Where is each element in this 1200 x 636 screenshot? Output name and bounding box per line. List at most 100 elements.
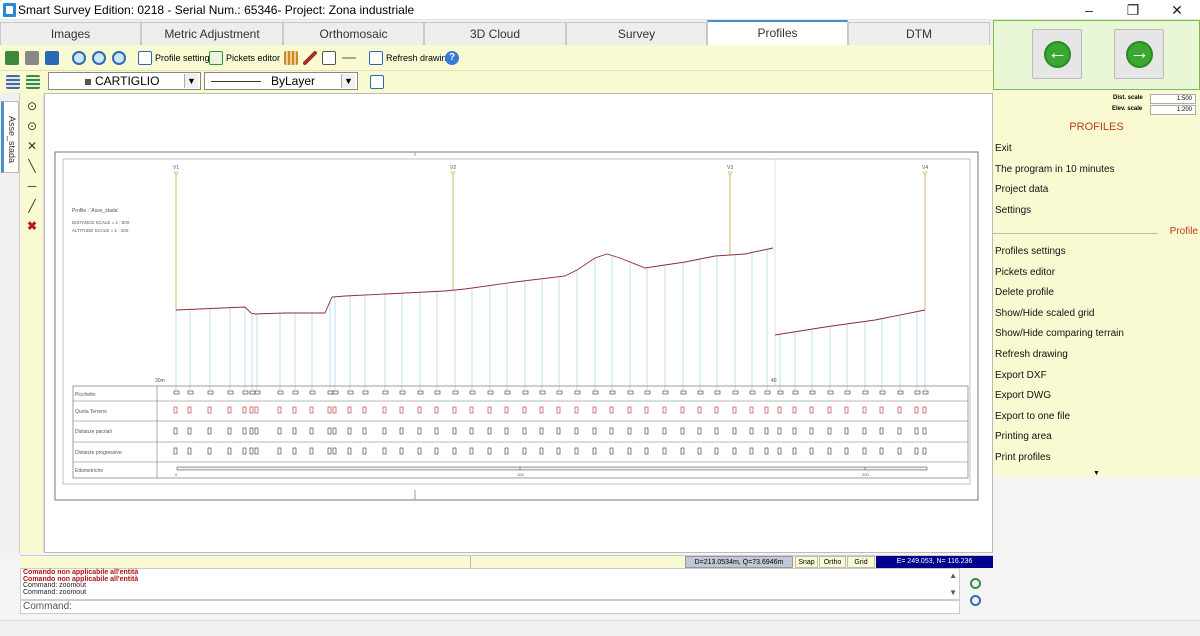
layer-properties-icon[interactable] — [370, 72, 384, 92]
scroll-down-icon[interactable]: ▼ — [949, 588, 957, 597]
main-tabs: Images Metric Adjustment Orthomosaic 3D … — [0, 20, 993, 45]
ortho-toggle[interactable]: Ortho — [819, 556, 846, 568]
layer-manager-icon[interactable] — [26, 72, 40, 92]
terrain-profile-line-2 — [774, 309, 926, 336]
menu-scroll-down-icon[interactable]: ▼ — [1093, 470, 1100, 477]
table-value-mark — [277, 427, 282, 435]
minimize-button[interactable]: – — [1066, 0, 1112, 20]
tab-profiles[interactable]: Profiles — [707, 20, 848, 45]
vertex-marker-icon — [727, 171, 733, 176]
tab-metric-adjustment[interactable]: Metric Adjustment — [141, 22, 283, 45]
command-history: Comando non applicabile all'entità Coman… — [20, 568, 960, 600]
table-value-mark — [680, 390, 687, 395]
pickets-editor-button[interactable]: Pickets editor — [209, 48, 280, 68]
zoom-out-icon[interactable] — [970, 595, 981, 606]
table-value-mark — [827, 390, 834, 395]
tab-dtm[interactable]: DTM — [848, 22, 990, 45]
grid-toggle[interactable]: Grid — [847, 556, 875, 568]
menu-item-export-dwg[interactable]: Export DWG — [995, 390, 1051, 401]
close-button[interactable]: ✕ — [1154, 0, 1200, 20]
circle-center-icon[interactable]: ⊙ — [23, 98, 41, 114]
drawing-canvas[interactable]: Profile : 'Asse_stada' DISTANCE SCALE = … — [44, 93, 993, 553]
elev-scale-input[interactable]: 1:200 — [1150, 105, 1196, 115]
table-value-mark — [522, 406, 527, 414]
horizontal-line-icon[interactable]: ─ — [23, 178, 41, 194]
cross-icon[interactable]: ✕ — [23, 138, 41, 154]
menu-item-export-one-file[interactable]: Export to one file — [995, 411, 1070, 422]
tab-orthomosaic[interactable]: Orthomosaic — [283, 22, 424, 45]
export-icon[interactable] — [5, 48, 19, 68]
layers-icon[interactable] — [6, 72, 20, 92]
back-button[interactable]: ← — [1032, 29, 1082, 79]
zoom-out-icon[interactable] — [112, 48, 126, 68]
tab-images[interactable]: Images — [0, 22, 141, 45]
menu-item-exit[interactable]: Exit — [995, 143, 1012, 154]
menu-item-print-profiles[interactable]: Print profiles — [995, 452, 1051, 463]
menu-item-delete-profile[interactable]: Delete profile — [995, 287, 1054, 298]
terrain-compare-icon[interactable] — [342, 48, 356, 68]
hecto-mark-1: 100 — [517, 472, 524, 477]
menu-item-project-data[interactable]: Project data — [995, 184, 1048, 195]
status-bar: D=213.0534m, Q=73.6946m Snap Ortho Grid … — [20, 555, 993, 568]
table-value-mark — [173, 390, 180, 395]
menu-item-settings[interactable]: Settings — [995, 205, 1031, 216]
dist-scale-input[interactable]: 1:500 — [1150, 94, 1196, 104]
table-value-mark — [504, 390, 511, 395]
delete-icon[interactable]: ✖ — [23, 218, 41, 234]
table-value-mark — [556, 390, 563, 395]
menu-item-printing-area[interactable]: Printing area — [995, 431, 1052, 442]
tab-3d-cloud[interactable]: 3D Cloud — [424, 22, 566, 45]
profile-tab-asse-stada[interactable]: Asse_stada — [1, 101, 19, 173]
table-value-mark — [749, 447, 754, 455]
layer-select[interactable]: CARTIGLIO ▼ — [48, 72, 201, 90]
pencil-icon[interactable] — [303, 48, 317, 68]
zoom-in-icon[interactable] — [970, 578, 981, 589]
help-button[interactable]: ? — [445, 48, 459, 68]
table-value-mark — [522, 447, 527, 455]
table-value-mark — [469, 406, 474, 414]
zoom-in-icon[interactable] — [92, 48, 106, 68]
menu-item-export-dxf[interactable]: Export DXF — [995, 370, 1047, 381]
scroll-up-icon[interactable]: ▲ — [949, 571, 957, 580]
refresh-drawing-button[interactable]: Refresh drawing — [369, 48, 452, 68]
table-value-mark — [922, 406, 927, 414]
profile-settings-button[interactable]: Profile settings — [138, 48, 214, 68]
table-value-mark — [487, 427, 492, 435]
snap-toggle[interactable]: Snap — [795, 556, 818, 568]
table-value-mark — [574, 447, 579, 455]
menu-item-program-10-minutes[interactable]: The program in 10 minutes — [995, 164, 1115, 175]
menu-item-pickets-editor[interactable]: Pickets editor — [995, 267, 1055, 278]
menu-header: PROFILES — [1069, 121, 1124, 133]
calculator-icon[interactable] — [45, 48, 59, 68]
menu-item-refresh-drawing[interactable]: Refresh drawing — [995, 349, 1068, 360]
chart-icon[interactable] — [322, 48, 336, 68]
print-icon[interactable] — [25, 48, 39, 68]
table-value-mark — [862, 406, 867, 414]
table-value-mark — [914, 390, 921, 395]
diagonal-line-icon[interactable]: ╲ — [23, 158, 41, 174]
tab-survey[interactable]: Survey — [566, 22, 707, 45]
forward-button[interactable]: → — [1114, 29, 1164, 79]
pickets-editor-icon — [209, 51, 223, 65]
table-value-mark — [764, 427, 769, 435]
grid-icon[interactable] — [284, 48, 298, 68]
command-input[interactable]: Command: — [20, 600, 960, 614]
table-value-mark — [922, 427, 927, 435]
zoom-extents-icon[interactable] — [72, 48, 86, 68]
table-value-mark — [662, 390, 669, 395]
table-value-mark — [347, 406, 352, 414]
table-value-mark — [187, 390, 194, 395]
menu-item-profiles-settings[interactable]: Profiles settings — [995, 246, 1066, 257]
profile-table: Picchetto Quota Terreno Distanze parzial… — [72, 385, 969, 479]
line-icon[interactable]: ╱ — [23, 198, 41, 214]
linetype-select[interactable]: ByLayer ▼ — [204, 72, 358, 90]
row-label-ettometriche: Ettometriche — [75, 468, 103, 474]
table-value-mark — [644, 390, 651, 395]
menu-item-comparing-terrain[interactable]: Show/Hide comparing terrain — [995, 328, 1124, 339]
restore-button[interactable]: ❐ — [1110, 0, 1156, 20]
table-value-mark — [714, 390, 721, 395]
menu-item-scaled-grid[interactable]: Show/Hide scaled grid — [995, 308, 1095, 319]
table-value-mark — [254, 427, 259, 435]
circle-icon[interactable]: ⊙ — [23, 118, 41, 134]
table-value-mark — [292, 427, 297, 435]
